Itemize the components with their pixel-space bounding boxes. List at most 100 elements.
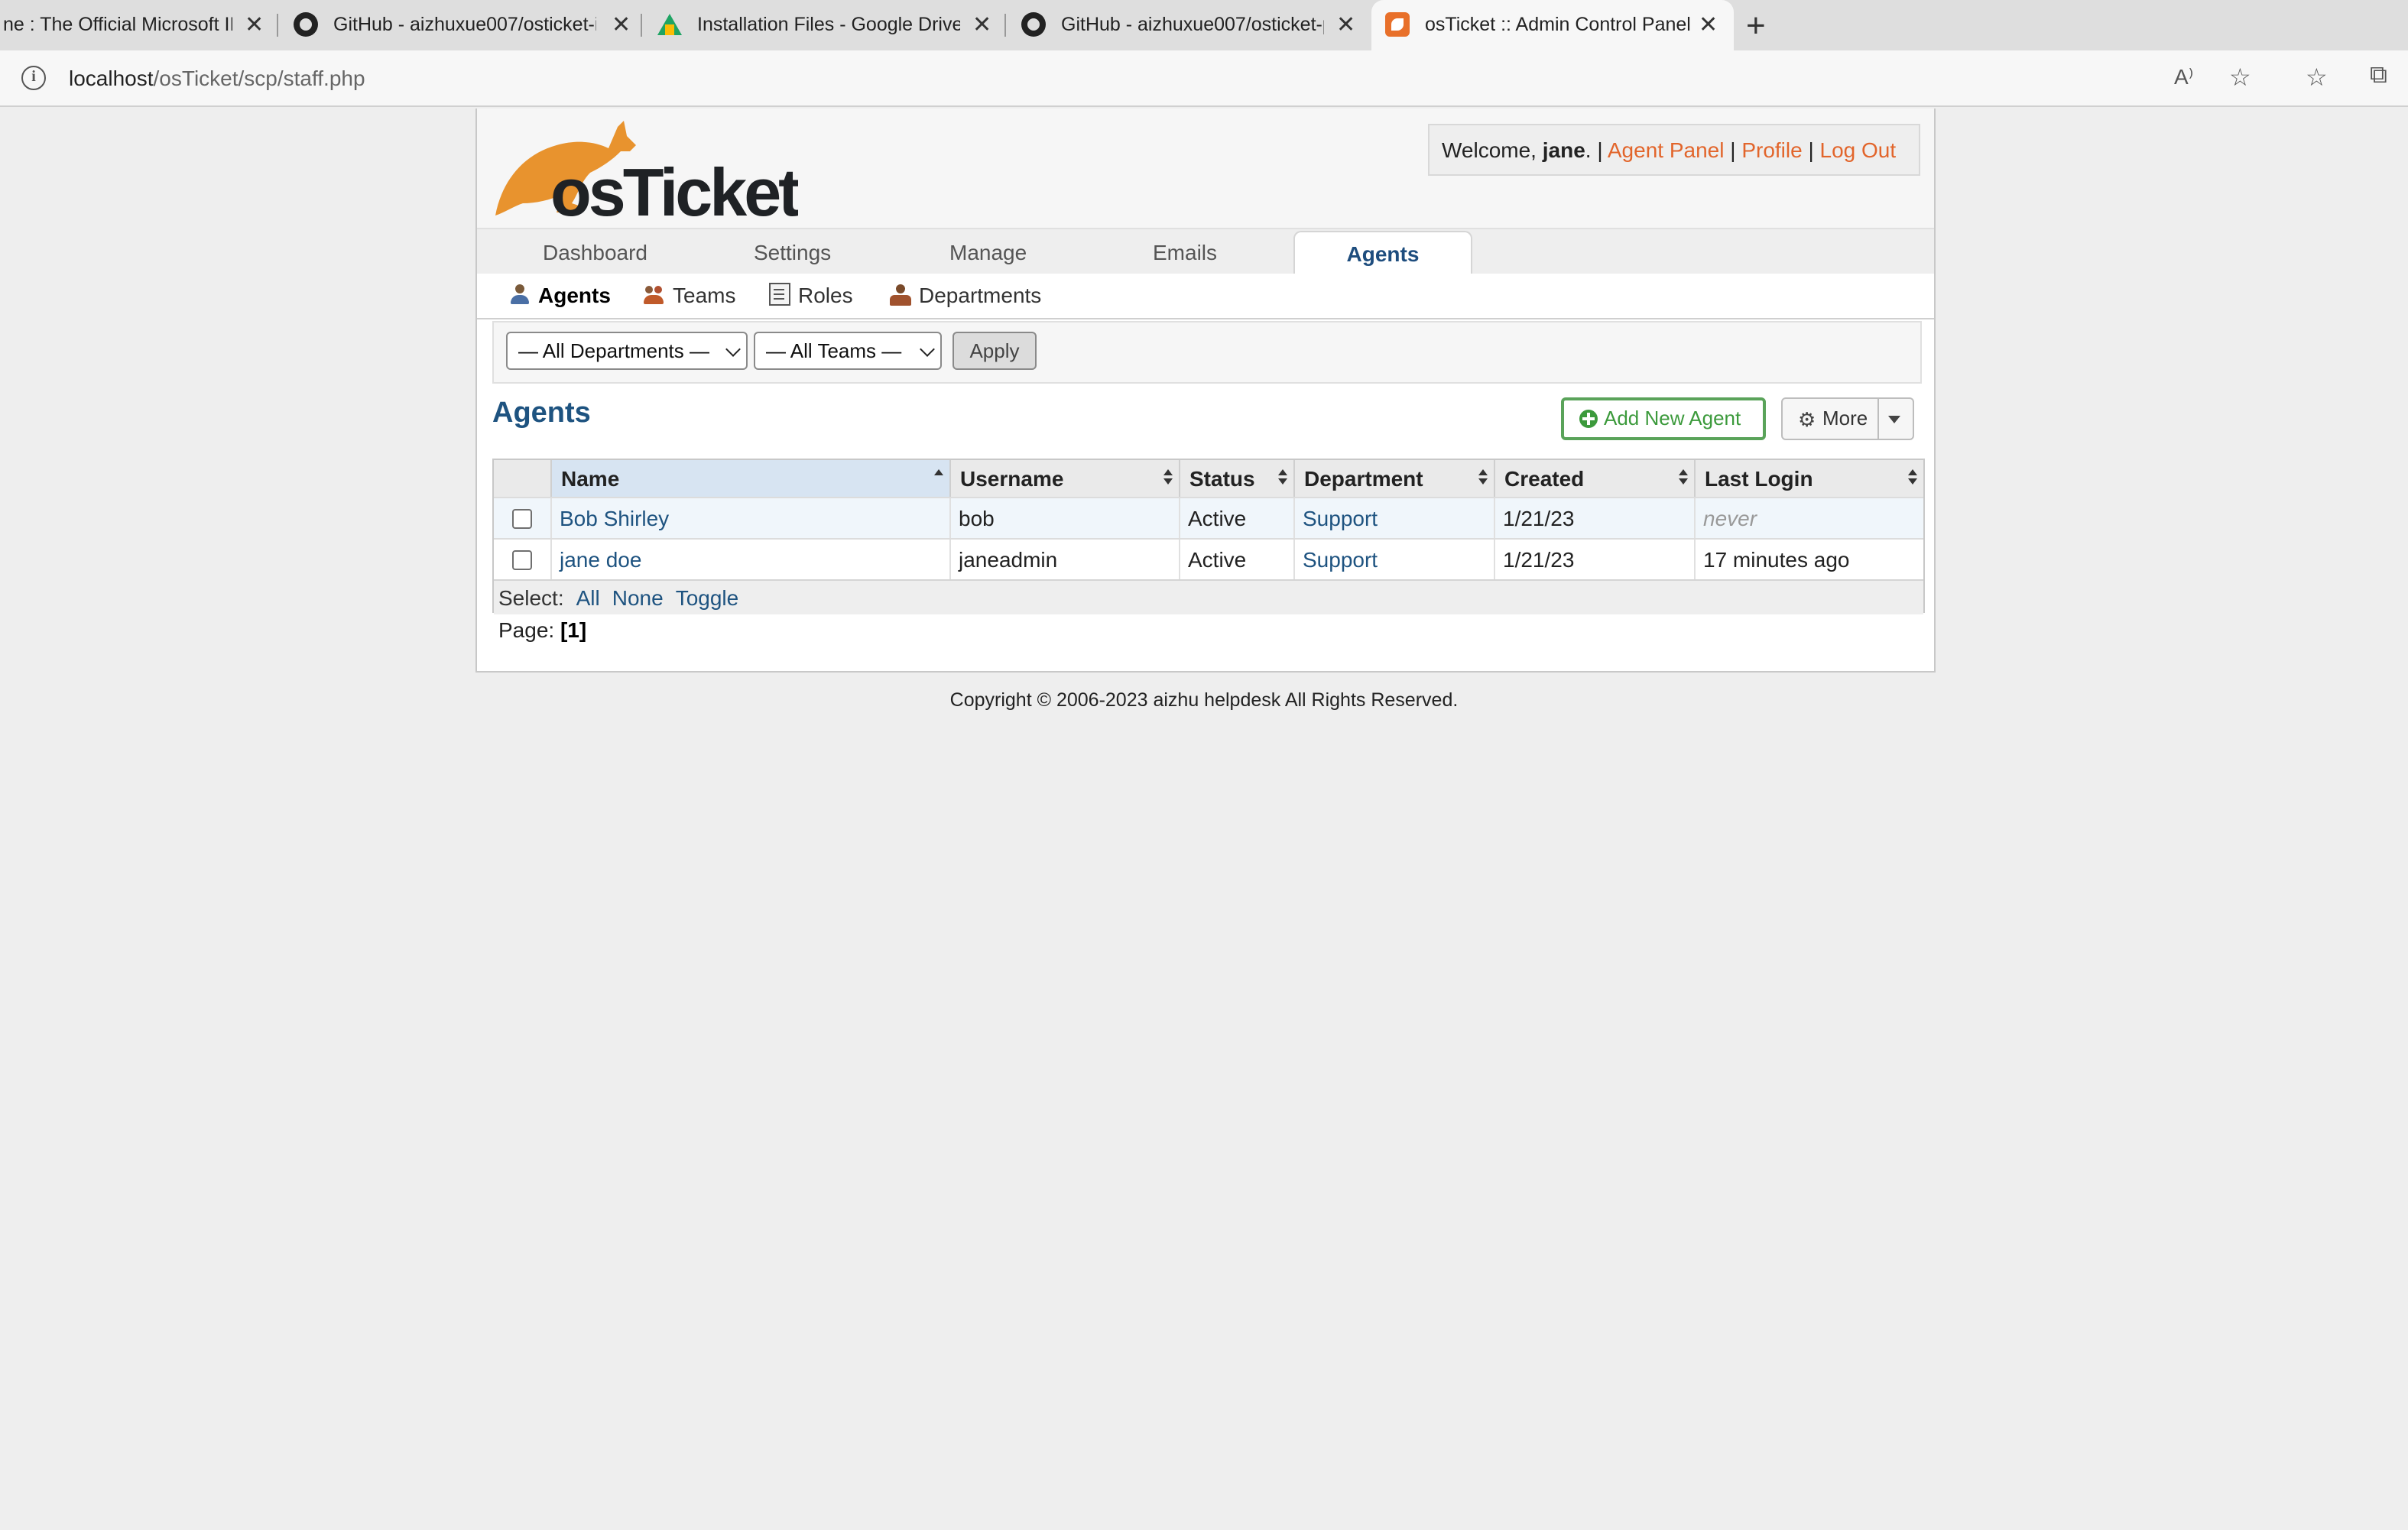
browser-tab-osticket[interactable]: osTicket :: Admin Control Panel ✕: [1371, 0, 1734, 50]
roles-list-icon: [769, 283, 790, 306]
plus-circle-icon: [1579, 410, 1598, 428]
table-header-last-login[interactable]: Last Login: [1696, 460, 1923, 497]
username-value: bob: [959, 506, 995, 530]
current-page: [1]: [560, 618, 587, 642]
cell-created: 1/21/23: [1495, 540, 1696, 579]
cell-name: Bob Shirley: [552, 498, 951, 538]
table-header-username[interactable]: Username: [951, 460, 1180, 497]
close-icon[interactable]: ✕: [612, 11, 631, 38]
site-info-icon[interactable]: i: [21, 66, 46, 90]
user-name: jane: [1542, 138, 1585, 162]
tab-title: osTicket :: Admin Control Panel: [1425, 14, 1691, 35]
table-header-status[interactable]: Status: [1180, 460, 1295, 497]
collections-icon[interactable]: ⧉: [2370, 63, 2387, 90]
status-value: Active: [1188, 506, 1247, 530]
table-header-name[interactable]: Name: [552, 460, 951, 497]
favorites-icon[interactable]: ☆: [2306, 63, 2328, 93]
browser-tab-github-2[interactable]: GitHub - aizhuxue007/osticket-p ✕: [1006, 0, 1370, 50]
read-aloud-icon[interactable]: A⁾: [2174, 64, 2194, 90]
caret-down-icon[interactable]: [1888, 416, 1900, 423]
subnav-label: Agents: [538, 283, 611, 307]
department-link[interactable]: Support: [1303, 547, 1378, 572]
department-icon: [890, 284, 911, 306]
row-checkbox-cell: [494, 540, 552, 579]
header-label: Department: [1304, 466, 1423, 491]
tab-title: Installation Files - Google Drive: [697, 14, 960, 35]
subnav-teams[interactable]: Teams: [644, 283, 735, 307]
table-header-department[interactable]: Department: [1295, 460, 1495, 497]
welcome-suffix: .: [1585, 138, 1592, 162]
url-path: /osTicket/scp/staff.php: [153, 66, 365, 90]
row-checkbox[interactable]: [512, 509, 532, 529]
sub-nav: Agents Teams Roles Departments: [477, 274, 1934, 319]
subnav-label: Roles: [798, 283, 853, 307]
agent-name-link[interactable]: jane doe: [560, 547, 641, 572]
team-filter-select[interactable]: — All Teams —: [754, 332, 942, 370]
department-link[interactable]: Support: [1303, 506, 1378, 530]
new-tab-icon[interactable]: +: [1746, 6, 1766, 46]
browser-tab-github-1[interactable]: GitHub - aizhuxue007/osticket-in ✕: [278, 0, 642, 50]
select-label: Select:: [498, 585, 564, 610]
last-login-value: 17 minutes ago: [1703, 547, 1850, 572]
button-label: More: [1822, 407, 1868, 430]
select-value: — All Teams —: [766, 339, 902, 362]
logo-text: osTicket: [550, 154, 798, 222]
page-title: Agents: [492, 397, 591, 430]
screen: ne : The Official Microsoft IIS ✕ GitHub…: [0, 0, 2408, 1530]
close-icon[interactable]: ✕: [245, 11, 264, 38]
username-value: janeadmin: [959, 547, 1058, 572]
add-new-agent-button[interactable]: Add New Agent: [1561, 397, 1766, 440]
header-label: Created: [1504, 466, 1585, 491]
subnav-agents[interactable]: Agents: [509, 283, 611, 307]
url-host: localhost: [69, 66, 154, 90]
select-all-link[interactable]: All: [576, 585, 600, 610]
subnav-roles[interactable]: Roles: [769, 283, 853, 307]
close-icon[interactable]: ✕: [1699, 11, 1718, 38]
tab-manage[interactable]: Manage: [949, 240, 1027, 264]
last-login-value: never: [1703, 506, 1757, 530]
row-checkbox[interactable]: [512, 550, 532, 570]
select-none-link[interactable]: None: [612, 585, 664, 610]
agent-name-link[interactable]: Bob Shirley: [560, 506, 669, 530]
tab-emails[interactable]: Emails: [1153, 240, 1217, 264]
team-icon: [644, 284, 665, 306]
header-label: Name: [561, 466, 620, 491]
header-label: Last Login: [1705, 466, 1813, 491]
logout-link[interactable]: Log Out: [1820, 138, 1897, 162]
separator: |: [1808, 138, 1814, 162]
site-header: osTicket Welcome, jane. | Agent Panel | …: [477, 109, 1934, 228]
header-label: Username: [960, 466, 1064, 491]
welcome-box: Welcome, jane. | Agent Panel | Profile |…: [1428, 124, 1920, 176]
add-favorite-icon[interactable]: ☆: [2229, 63, 2251, 93]
welcome-prefix: Welcome,: [1442, 138, 1543, 162]
department-filter-select[interactable]: — All Departments —: [506, 332, 748, 370]
table-row: jane doe janeadmin Active Support 1/21/2…: [494, 538, 1923, 579]
osticket-favicon-icon: [1385, 12, 1410, 37]
select-toggle-link[interactable]: Toggle: [676, 585, 739, 610]
osticket-logo[interactable]: osTicket: [489, 115, 798, 222]
gear-icon: ⚙: [1798, 408, 1816, 431]
created-value: 1/21/23: [1503, 506, 1575, 530]
status-value: Active: [1188, 547, 1247, 572]
cell-department: Support: [1295, 498, 1495, 538]
subnav-departments[interactable]: Departments: [890, 283, 1041, 307]
apply-button[interactable]: Apply: [952, 332, 1037, 370]
agent-panel-link[interactable]: Agent Panel: [1608, 138, 1725, 162]
close-icon[interactable]: ✕: [972, 11, 991, 38]
profile-link[interactable]: Profile: [1741, 138, 1802, 162]
table-header-created[interactable]: Created: [1495, 460, 1696, 497]
browser-tab-drive[interactable]: Installation Files - Google Drive ✕: [642, 0, 1006, 50]
close-icon[interactable]: ✕: [1336, 11, 1355, 38]
browser-tab-iis[interactable]: ne : The Official Microsoft IIS ✕: [0, 0, 278, 50]
pagination: Page: [1]: [498, 618, 586, 642]
google-drive-icon: [657, 14, 682, 35]
more-button[interactable]: ⚙ More: [1781, 397, 1914, 440]
agents-table: Name Username Status Department Created …: [492, 459, 1925, 614]
url-field[interactable]: localhost/osTicket/scp/staff.php: [69, 66, 365, 90]
filter-bar: — All Departments — — All Teams — Apply: [492, 321, 1922, 384]
tab-settings[interactable]: Settings: [754, 240, 831, 264]
tab-agents[interactable]: Agents: [1293, 231, 1472, 275]
cell-status: Active: [1180, 540, 1295, 579]
tab-dashboard[interactable]: Dashboard: [543, 240, 647, 264]
table-row: Bob Shirley bob Active Support 1/21/23 n…: [494, 497, 1923, 538]
